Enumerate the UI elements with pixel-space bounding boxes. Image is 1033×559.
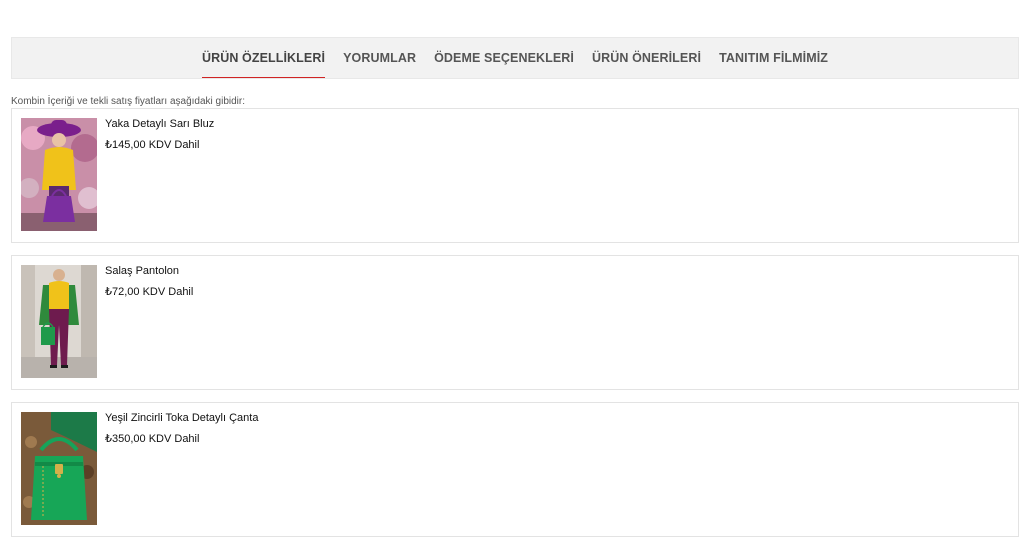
tab-product-recommendations[interactable]: ÜRÜN ÖNERİLERİ	[592, 38, 701, 78]
combo-product-item: Yaka Detaylı Sarı Bluz ₺145,00 KDV Dahil	[11, 108, 1019, 243]
product-name[interactable]: Yeşil Zincirli Toka Detaylı Çanta	[105, 412, 258, 424]
tab-promo-video[interactable]: TANITIM FİLMİMİZ	[719, 38, 828, 78]
tab-list: ÜRÜN ÖZELLİKLERİ YORUMLAR ÖDEME SEÇENEKL…	[12, 38, 1018, 78]
combo-product-item: Yeşil Zincirli Toka Detaylı Çanta ₺350,0…	[11, 402, 1019, 537]
product-price: ₺350,00 KDV Dahil	[105, 433, 200, 445]
woman-purple-trousers-photo	[21, 265, 97, 378]
product-image[interactable]	[21, 265, 97, 378]
product-name[interactable]: Salaş Pantolon	[105, 265, 179, 277]
product-name[interactable]: Yaka Detaylı Sarı Bluz	[105, 118, 214, 130]
product-image[interactable]	[21, 118, 97, 231]
product-price: ₺72,00 KDV Dahil	[105, 286, 194, 298]
product-price: ₺145,00 KDV Dahil	[105, 139, 200, 151]
product-tab-bar: ÜRÜN ÖZELLİKLERİ YORUMLAR ÖDEME SEÇENEKL…	[11, 37, 1019, 79]
tab-payment-options[interactable]: ÖDEME SEÇENEKLERİ	[434, 38, 574, 78]
woman-yellow-blouse-photo	[21, 118, 97, 231]
tab-product-features[interactable]: ÜRÜN ÖZELLİKLERİ	[201, 38, 326, 78]
green-handbag-photo	[21, 412, 97, 525]
combo-product-item: Salaş Pantolon ₺72,00 KDV Dahil	[11, 255, 1019, 390]
tab-reviews[interactable]: YORUMLAR	[343, 38, 416, 78]
combo-intro-text: Kombin İçeriği ve tekli satış fiyatları …	[11, 96, 245, 107]
product-image[interactable]	[21, 412, 97, 525]
